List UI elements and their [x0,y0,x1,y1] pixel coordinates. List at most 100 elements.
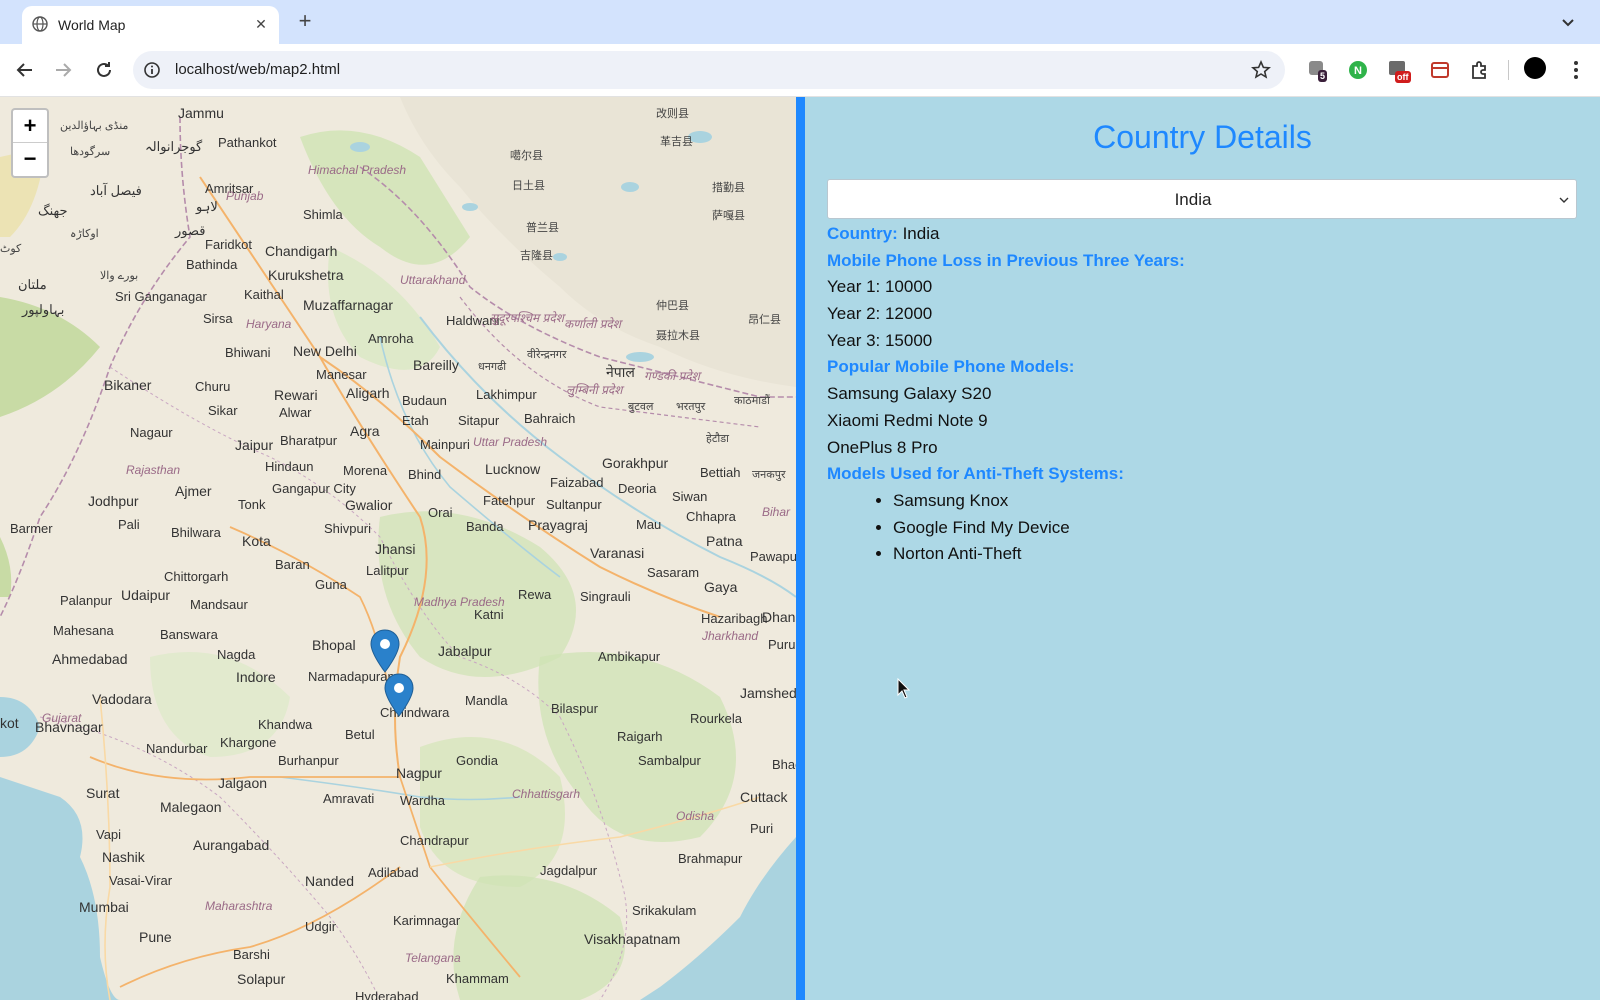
map-label: Baran [275,557,310,572]
map-label: Fatehpur [483,493,536,508]
map-label: سرگودھا [70,146,111,158]
map-label: Surat [86,785,120,801]
browser-toolbar: localhost/web/map2.html 5 N off [0,44,1600,97]
map-label: Faizabad [550,475,604,490]
map-label: Jhansi [375,541,416,557]
zoom-in-button[interactable]: + [13,110,47,143]
antitheft-item: Google Find My Device [893,515,1185,542]
extension-badge-count: 5 [1318,70,1328,82]
profile-avatar[interactable] [1524,57,1546,79]
extension-red-icon[interactable] [1428,58,1452,82]
map-label: Shimla [303,207,343,222]
map-label: Hazaribagh [701,611,768,626]
map-label: Jodhpur [88,493,139,509]
map-label: Sikar [208,403,238,418]
map-label: New Delhi [293,343,357,359]
reload-icon[interactable] [92,58,116,82]
map-label: हेटौडा [706,433,729,445]
new-tab-button[interactable]: + [292,9,318,35]
map-label: Betul [345,727,375,742]
map-view[interactable]: Jammu Pathankot گوجرانوالہ منڈی بہاؤالدی… [0,97,796,1000]
map-label: Srikakulam [632,903,697,918]
map-label: Katni [474,607,504,622]
address-bar[interactable]: localhost/web/map2.html [133,51,1285,89]
map-label: Gwalior [345,497,393,513]
map-label: Telangana [405,951,461,965]
tab-strip: World Map ✕ + [0,0,1600,44]
tab-world-map[interactable]: World Map ✕ [22,6,279,44]
map-label: वीरेन्द्रनगर [527,349,567,361]
zoom-out-button[interactable]: − [13,143,47,175]
map-label: 仲巴县 [656,300,689,312]
map-label: ملتان [18,277,47,292]
map-label: Faridkot [205,237,252,252]
puzzle-icon[interactable] [1468,58,1492,82]
extension-off-icon[interactable]: off [1386,58,1411,83]
map-label: Visakhapatnam [584,931,681,947]
map-label: Karimnagar [393,913,461,928]
map-label: Uttarakhand [400,273,466,287]
close-tab-icon[interactable]: ✕ [251,14,271,34]
map-label: Bahraich [524,411,576,426]
map-label: Odisha [676,809,715,823]
map-label: Morena [343,463,388,478]
popular-models-heading: Popular Mobile Phone Models: [827,357,1075,377]
map-label: Shivpuri [324,521,371,536]
location-marker-icon[interactable] [384,673,414,717]
map-label: Jagdalpur [540,863,598,878]
map-label: Ambikapur [598,649,661,664]
map-label: Mumbai [79,899,129,915]
map-label: قصور [175,223,206,238]
map-label: 萨嘎县 [712,210,745,222]
map-label: Solapur [237,971,286,987]
map-label: Indore [236,669,276,685]
map-label: Bareilly [413,357,459,373]
map-label: Jammu [178,105,224,121]
forward-arrow-icon[interactable] [51,58,75,82]
map-label: Udaipur [121,587,171,603]
loss-heading: Mobile Phone Loss in Previous Three Year… [827,250,1185,270]
map-label: Khammam [446,971,509,986]
map-label: Gorakhpur [602,455,669,471]
site-info-icon[interactable] [143,61,161,79]
map-label: Varanasi [590,545,645,561]
map-label: Aligarh [346,385,390,401]
map-label: 噶尔县 [510,150,543,162]
map-label: kot [0,715,19,731]
url-text[interactable]: localhost/web/map2.html [175,61,340,78]
back-arrow-icon[interactable] [13,58,37,82]
tab-search-chevron-icon[interactable] [1556,10,1580,34]
country-select[interactable]: India [827,179,1577,219]
map-label: Chandigarh [265,243,338,259]
map-label: Vadodara [92,691,152,707]
map-label: Nagpur [396,765,442,781]
map-label: Gaya [704,579,738,595]
map-label: Amravati [323,791,375,806]
map-label: Muzaffarnagar [303,297,394,313]
selected-country: India [1174,190,1212,209]
map-label: Udgir [305,919,337,934]
kebab-menu-icon[interactable] [1570,58,1582,82]
antitheft-heading: Models Used for Anti-Theft Systems: [827,464,1124,484]
map-label: Mandsaur [190,597,248,612]
extension-badge-5-icon[interactable]: 5 [1306,58,1330,82]
map-label: Himachal Pradesh [308,163,407,177]
map-label: Lucknow [485,461,541,477]
toolbar-separator [1508,60,1509,80]
bookmark-star-icon[interactable] [1251,60,1271,80]
antitheft-item: Norton Anti-Theft [893,541,1185,568]
map-label: Wardha [400,793,446,808]
map-label: Jharkhand [702,629,759,643]
extension-green-icon[interactable]: N [1346,58,1370,82]
map-label: Malegaon [160,799,222,815]
antitheft-item: Samsung Knox [893,488,1185,515]
map-label: Punjab [226,189,264,203]
mouse-cursor-icon [897,678,911,699]
country-label: Country: [827,224,898,243]
map-label: Agra [350,423,380,439]
year-loss-item: Year 1: 10000 [827,277,933,297]
map-label: Prayagraj [528,517,588,533]
map-label: Chittorgarh [164,569,229,584]
map-label: नेपाल [606,364,635,380]
location-marker-icon[interactable] [370,629,400,673]
